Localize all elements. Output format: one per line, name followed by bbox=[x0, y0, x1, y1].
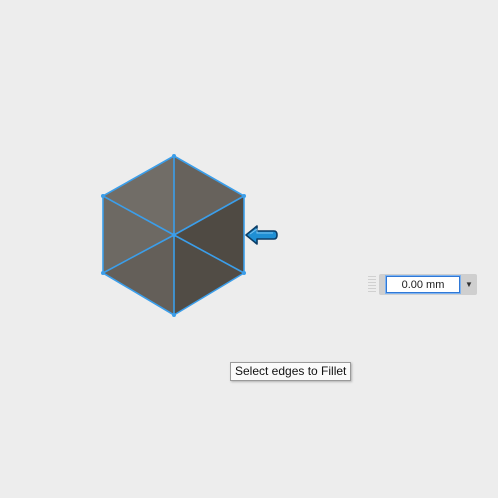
arrow-left-icon[interactable] bbox=[245, 225, 278, 245]
tooltip: Select edges to Fillet bbox=[230, 362, 352, 381]
vertex bbox=[101, 194, 105, 198]
fillet-radius-input[interactable] bbox=[386, 276, 460, 293]
vertex bbox=[101, 271, 105, 275]
fillet-dimension-widget: ▼ bbox=[368, 274, 478, 296]
vertex bbox=[172, 154, 176, 158]
dimension-frame: ▼ bbox=[379, 274, 477, 295]
vertex bbox=[172, 313, 176, 317]
vertex bbox=[172, 233, 176, 237]
vertex bbox=[242, 194, 246, 198]
drag-grip[interactable] bbox=[368, 276, 376, 294]
triangle-down-icon[interactable]: ▼ bbox=[463, 276, 475, 293]
vertex bbox=[242, 271, 246, 275]
model-view[interactable] bbox=[0, 0, 498, 498]
canvas-viewport[interactable]: ▼ Select edges to Fillet bbox=[0, 0, 498, 498]
